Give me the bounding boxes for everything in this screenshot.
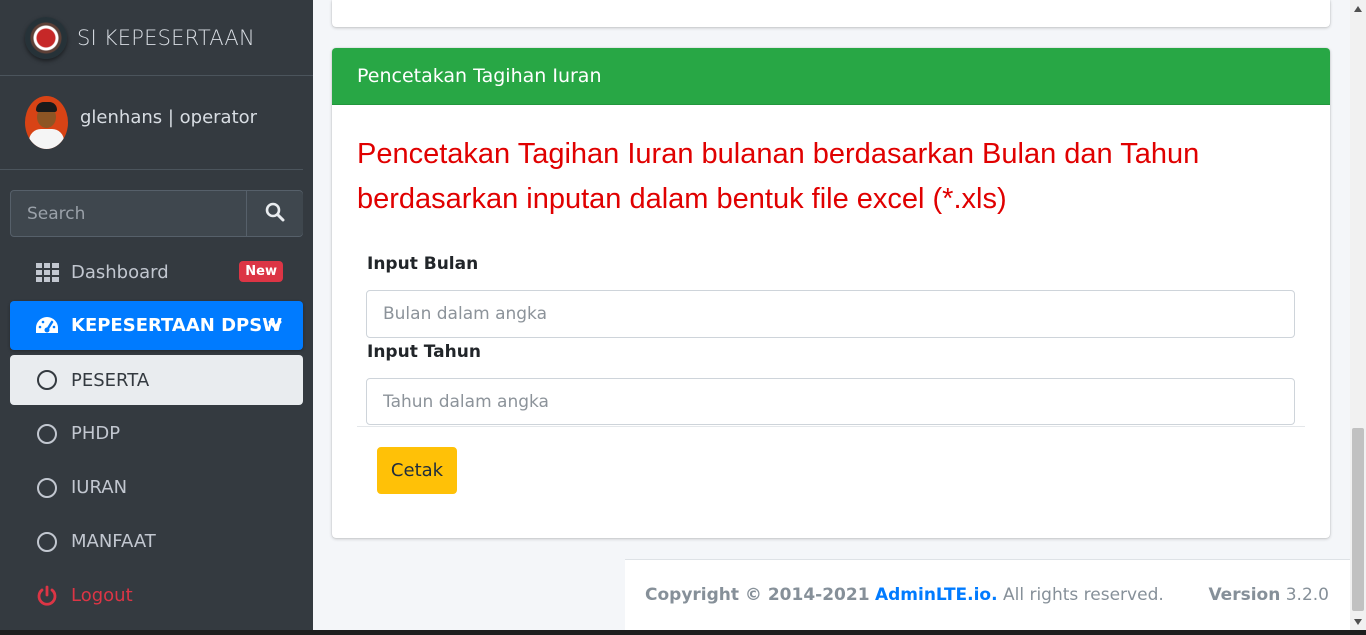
circle-icon	[34, 476, 60, 500]
copyright-text: Copyright © 2014-2021	[645, 585, 870, 605]
page-scrollbar[interactable]	[1350, 0, 1366, 630]
adminlte-link[interactable]: AdminLTE.io.	[875, 585, 998, 605]
sidebar-item-label: IURAN	[71, 477, 128, 498]
power-icon	[34, 584, 60, 608]
footer-version: Version 3.2.0	[1208, 585, 1329, 605]
cetak-button[interactable]: Cetak	[377, 447, 457, 494]
avatar[interactable]	[25, 96, 68, 149]
sidebar-item-label: MANFAAT	[71, 531, 156, 552]
version-number: 3.2.0	[1285, 585, 1329, 605]
tagihan-card: Pencetakan Tagihan Iuran Pencetakan Tagi…	[332, 48, 1330, 538]
sidebar-item-label: Logout	[71, 585, 133, 606]
grid-icon	[34, 261, 60, 285]
tahun-label: Input Tahun	[367, 342, 481, 362]
sidebar-item-logout[interactable]: Logout	[10, 571, 303, 620]
card-title: Pencetakan Tagihan Iuran	[357, 65, 602, 87]
brand-text: SI KEPESERTAAN	[77, 26, 255, 50]
sidebar-item-peserta[interactable]: PESERTA	[10, 355, 303, 405]
circle-icon	[34, 530, 60, 554]
chevron-down-icon	[265, 315, 285, 335]
new-badge: New	[239, 261, 283, 282]
sidebar-search	[10, 190, 303, 237]
scroll-up-arrow-icon[interactable]	[1350, 0, 1366, 17]
brand-logo	[25, 17, 67, 59]
tahun-input[interactable]	[366, 378, 1295, 425]
user-name[interactable]: glenhans | operator	[80, 107, 257, 128]
bulan-input[interactable]	[366, 290, 1295, 338]
search-input[interactable]	[11, 191, 246, 236]
search-icon	[265, 202, 285, 226]
brand-link[interactable]: SI KEPESERTAAN	[0, 0, 313, 76]
scrollbar-thumb[interactable]	[1352, 428, 1364, 611]
card-header: Pencetakan Tagihan Iuran	[332, 48, 1330, 105]
footer-copyright: Copyright © 2014-2021 AdminLTE.io. All r…	[645, 585, 1164, 605]
card-description: Pencetakan Tagihan Iuran bulanan berdasa…	[357, 138, 1200, 215]
circle-icon	[34, 422, 60, 446]
circle-icon	[34, 368, 60, 392]
sidebar-item-manfaat[interactable]: MANFAAT	[10, 517, 303, 566]
sidebar-item-label: Dashboard	[71, 262, 169, 283]
sidebar-item-label: KEPESERTAAN DPSW	[71, 315, 283, 336]
sidebar-item-phdp[interactable]: PHDP	[10, 409, 303, 458]
version-label: Version	[1208, 585, 1281, 605]
user-panel: glenhans | operator	[0, 76, 303, 170]
sidebar-item-label: PHDP	[71, 423, 121, 444]
sidebar: SI KEPESERTAAN glenhans | operator Dashb…	[0, 0, 313, 630]
taskbar-edge	[0, 630, 1366, 635]
rights-text: All rights reserved.	[1002, 585, 1164, 605]
previous-card	[332, 0, 1330, 27]
divider	[357, 426, 1305, 427]
bulan-label: Input Bulan	[367, 254, 479, 274]
sidebar-item-kepesertaan-dpsw[interactable]: KEPESERTAAN DPSW	[10, 301, 303, 350]
sidebar-item-label: PESERTA	[71, 369, 150, 391]
search-button[interactable]	[246, 191, 303, 236]
sidebar-item-dashboard[interactable]: Dashboard New	[10, 248, 303, 297]
scroll-down-arrow-icon[interactable]	[1350, 613, 1366, 630]
sidebar-item-iuran[interactable]: IURAN	[10, 463, 303, 512]
footer: Copyright © 2014-2021 AdminLTE.io. All r…	[625, 559, 1350, 630]
tachometer-icon	[34, 314, 60, 338]
